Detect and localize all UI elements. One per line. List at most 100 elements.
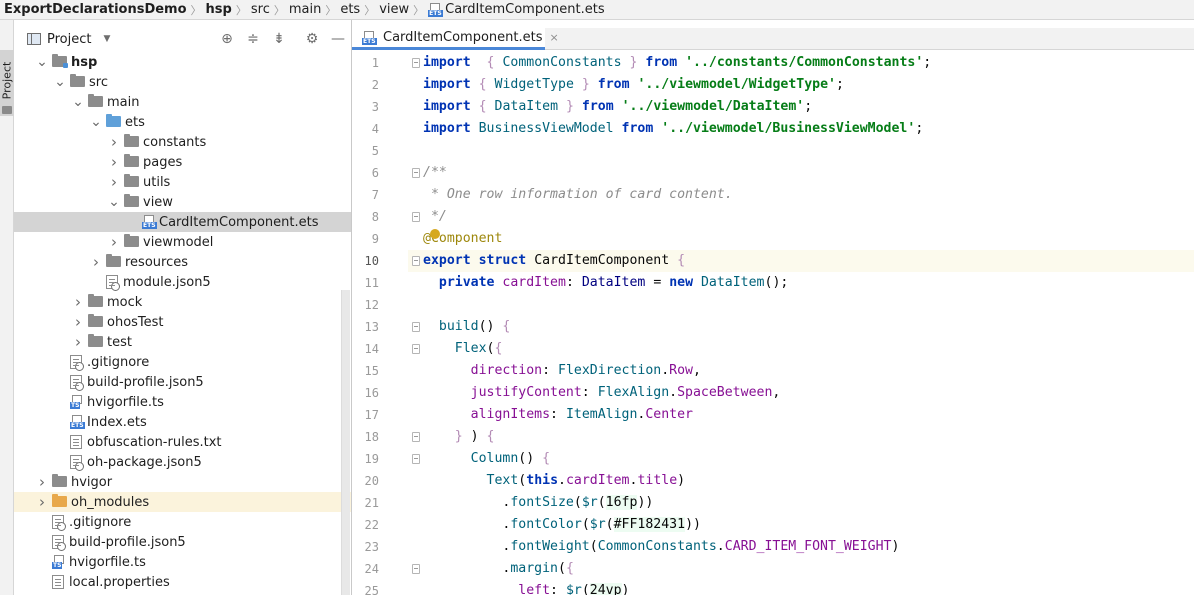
chevron-down-icon[interactable]: ▼ xyxy=(103,34,110,44)
chevron-down-icon[interactable]: ⌄ xyxy=(54,75,66,89)
code-line[interactable]: } ) { xyxy=(408,426,1194,448)
chevron-down-icon[interactable]: ⌄ xyxy=(90,115,102,129)
tree-item[interactable]: › constants xyxy=(14,132,351,152)
tree-item[interactable]: › mock xyxy=(14,292,351,312)
breadcrumb-item[interactable]: src xyxy=(251,2,270,17)
fold-marker-icon[interactable] xyxy=(412,344,420,354)
tree-item[interactable]: ›.gitignore xyxy=(14,352,351,372)
expand-all-icon[interactable]: ≑ xyxy=(245,31,261,47)
fold-marker-icon[interactable] xyxy=(412,256,420,266)
gear-icon[interactable]: ⚙ xyxy=(304,31,320,47)
code-line[interactable]: alignItems: ItemAlign.Center xyxy=(408,404,1194,426)
chevron-right-icon[interactable]: › xyxy=(90,253,102,271)
breadcrumb-item[interactable]: hsp xyxy=(206,2,232,17)
code-line[interactable]: .fontWeight(CommonConstants.CARD_ITEM_FO… xyxy=(408,536,1194,558)
tree-item[interactable]: ›TShvigorfile.ts xyxy=(14,392,351,412)
editor-tab-carditemcomponent[interactable]: ETS CardItemComponent.ets × xyxy=(352,28,559,50)
fold-marker-icon[interactable] xyxy=(412,432,420,442)
line-number-gutter[interactable]: 1 2 3 4 5 6 7 8 9 10 11 12 13 14 15 16 17 18 19 20 21 22 23 24 2… xyxy=(352,51,408,595)
code-line[interactable]: .fontSize($r(16fp)) xyxy=(408,492,1194,514)
breadcrumb-item[interactable]: view xyxy=(379,2,409,17)
tree-item[interactable]: › test xyxy=(14,332,351,352)
tree-item[interactable]: ⌄ src xyxy=(14,72,351,92)
tree-item[interactable]: ⌄ view xyxy=(14,192,351,212)
chevron-down-icon[interactable]: ⌄ xyxy=(72,95,84,109)
code-line[interactable]: * One row information of card content. xyxy=(408,184,1194,206)
fold-marker-icon[interactable] xyxy=(412,212,420,222)
tree-item[interactable]: › hvigor xyxy=(14,472,351,492)
code-line[interactable]: .fontColor($r(#FF182431)) xyxy=(408,514,1194,536)
chevron-right-icon[interactable]: › xyxy=(72,293,84,311)
tree-item[interactable]: ›build-profile.json5 xyxy=(14,532,351,552)
tree-item[interactable]: › utils xyxy=(14,172,351,192)
code-line[interactable]: Text(this.cardItem.title) xyxy=(408,470,1194,492)
code-line[interactable]: direction: FlexDirection.Row, xyxy=(408,360,1194,382)
project-view-title[interactable]: Project xyxy=(47,32,91,47)
project-tool-window-tab[interactable]: Project xyxy=(0,50,14,116)
close-icon[interactable]: × xyxy=(549,31,558,44)
breadcrumb-item[interactable]: main xyxy=(289,2,321,17)
tree-item[interactable]: ›build-profile.json5 xyxy=(14,372,351,392)
tree-item[interactable]: ⌄ hsp xyxy=(14,52,351,72)
fold-marker-icon[interactable] xyxy=(412,454,420,464)
chevron-right-icon[interactable]: › xyxy=(72,333,84,351)
tree-item[interactable]: › pages xyxy=(14,152,351,172)
code-line[interactable]: Flex({ xyxy=(408,338,1194,360)
chevron-right-icon[interactable]: › xyxy=(108,233,120,251)
code-line[interactable]: .margin({ xyxy=(408,558,1194,580)
fold-marker-icon[interactable] xyxy=(412,322,420,332)
tree-scrollbar[interactable] xyxy=(341,290,350,595)
fold-marker-icon[interactable] xyxy=(412,168,420,178)
chevron-right-icon[interactable]: › xyxy=(108,133,120,151)
code-line[interactable]: build() { xyxy=(408,316,1194,338)
code-line[interactable]: @Component xyxy=(408,228,1194,250)
tree-item[interactable]: › resources xyxy=(14,252,351,272)
code-token: . xyxy=(423,517,511,532)
code-line[interactable]: Column() { xyxy=(408,448,1194,470)
chevron-right-icon[interactable]: › xyxy=(36,473,48,491)
tree-item[interactable]: › viewmodel xyxy=(14,232,351,252)
chevron-right-icon[interactable]: › xyxy=(36,493,48,511)
minimize-icon[interactable]: — xyxy=(330,31,346,47)
chevron-down-icon[interactable]: ⌄ xyxy=(36,55,48,69)
tree-item[interactable]: › ohosTest xyxy=(14,312,351,332)
tree-item[interactable]: ›.gitignore xyxy=(14,512,351,532)
code-line[interactable]: import { WidgetType } from '../viewmodel… xyxy=(408,74,1194,96)
fold-marker-icon[interactable] xyxy=(412,58,420,68)
code-editor[interactable]: import { CommonConstants } from '../cons… xyxy=(408,51,1194,595)
code-line[interactable] xyxy=(408,294,1194,316)
code-line[interactable]: import { DataItem } from '../viewmodel/D… xyxy=(408,96,1194,118)
lightbulb-icon[interactable] xyxy=(430,229,440,239)
locate-icon[interactable]: ⊕ xyxy=(219,31,235,47)
collapse-all-icon[interactable]: ⇟ xyxy=(271,31,287,47)
code-line[interactable]: justifyContent: FlexAlign.SpaceBetween, xyxy=(408,382,1194,404)
breadcrumb-item[interactable]: ExportDeclarationsDemo xyxy=(4,2,187,17)
tree-item[interactable]: ›module.json5 xyxy=(14,272,351,292)
chevron-right-icon[interactable]: › xyxy=(108,173,120,191)
code-line[interactable]: import { CommonConstants } from '../cons… xyxy=(408,52,1194,74)
tree-item[interactable]: ›ETSCardItemComponent.ets xyxy=(14,212,351,232)
tree-item[interactable]: ⌄ main xyxy=(14,92,351,112)
breadcrumb-item[interactable]: ets xyxy=(340,2,360,17)
tree-item[interactable]: › oh_modules xyxy=(14,492,351,512)
chevron-down-icon[interactable]: ⌄ xyxy=(108,195,120,209)
code-line[interactable]: export struct CardItemComponent { xyxy=(408,250,1194,272)
chevron-right-icon[interactable]: › xyxy=(72,313,84,331)
code-line[interactable]: import BusinessViewModel from '../viewmo… xyxy=(408,118,1194,140)
project-tree[interactable]: ⌄ hsp ⌄ src ⌄ main ⌄ ets › constants › pages › utils ⌄… xyxy=(14,52,351,595)
tree-item[interactable]: ›oh-package.json5 xyxy=(14,452,351,472)
code-line[interactable]: left: $r(24vp) xyxy=(408,580,1194,595)
code-line[interactable] xyxy=(408,140,1194,162)
tree-item[interactable]: ›ETSIndex.ets xyxy=(14,412,351,432)
code-line[interactable]: private cardItem: DataItem = new DataIte… xyxy=(408,272,1194,294)
chevron-right-icon[interactable]: › xyxy=(108,153,120,171)
tree-item[interactable]: ›TShvigorfile.ts xyxy=(14,552,351,572)
code-line[interactable]: /** xyxy=(408,162,1194,184)
tree-item[interactable]: ›obfuscation-rules.txt xyxy=(14,432,351,452)
fold-marker-icon[interactable] xyxy=(412,564,420,574)
tree-item[interactable]: ⌄ ets xyxy=(14,112,351,132)
code-line[interactable]: */ xyxy=(408,206,1194,228)
breadcrumb-item[interactable]: CardItemComponent.ets xyxy=(445,2,604,17)
tree-item[interactable]: ›local.properties xyxy=(14,572,351,592)
